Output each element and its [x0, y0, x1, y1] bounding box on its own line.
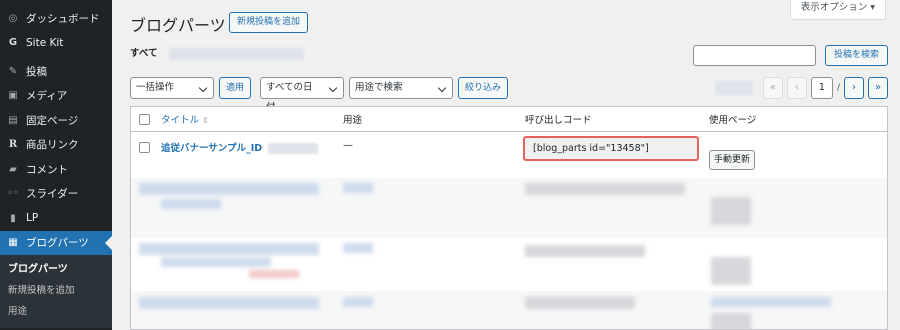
comment-icon: ▰ [9, 163, 17, 175]
blurred-content [343, 183, 373, 193]
blogparts-icon: ▦ [8, 237, 18, 249]
column-title-label: タイトル [161, 115, 200, 126]
usage-filter-select[interactable]: 用途で検索 [349, 77, 454, 99]
blurred-content [139, 297, 319, 309]
page-icon: ▤ [8, 114, 18, 126]
screen-options-button[interactable]: 表示オプション ▾ [789, 0, 886, 20]
sitekit-icon: G [8, 37, 18, 49]
blurred-content [139, 183, 319, 195]
prev-page-button[interactable]: ‹ [786, 77, 807, 99]
lp-icon: ▮ [10, 212, 16, 224]
sidebar-item-label: 商品リンク [26, 139, 79, 152]
sidebar-item-dashboard[interactable]: ◎ ダッシュボード [0, 6, 112, 31]
bulk-action-select[interactable]: 一括操作 [130, 77, 214, 99]
row-usage: — [343, 140, 353, 151]
sidebar-item-comments[interactable]: ▰ コメント [0, 157, 112, 182]
bulk-action-value: 一括操作 [136, 82, 175, 93]
blurred-content [711, 257, 751, 285]
sidebar-item-label: 投稿 [26, 65, 47, 78]
column-usage: 用途 [343, 115, 363, 126]
submenu-item-usage[interactable]: 用途 [0, 301, 112, 322]
sidebar-item-label: スライダー [26, 188, 79, 201]
sort-icon: ⇕ [202, 116, 209, 125]
media-icon: ▣ [8, 90, 18, 102]
add-new-button[interactable]: 新規投稿を追加 [229, 12, 309, 33]
sidebar-item-label: コメント [26, 163, 68, 176]
sidebar-item-blogparts[interactable]: ▦ ブログパーツ [0, 230, 112, 255]
sidebar-item-sitekit[interactable]: G Site Kit [0, 31, 112, 56]
sidebar-item-pages[interactable]: ▤ 固定ページ [0, 108, 112, 133]
blurred-content [161, 257, 271, 267]
sidebar-item-label: ダッシュボード [26, 12, 100, 25]
blurred-content [525, 245, 645, 257]
sidebar-item-slider[interactable]: ◦◦ スライダー [0, 182, 112, 207]
date-filter-select[interactable]: すべての日付 [260, 77, 345, 113]
current-page-input[interactable]: 1 [810, 77, 833, 99]
blurred-content [711, 313, 751, 329]
sidebar-item-label: メディア [26, 90, 68, 103]
filter-all-link[interactable]: すべて [130, 48, 157, 59]
row-title-link[interactable]: 追従バナーサンプル_ID [161, 140, 319, 154]
table-header: タイトル ⇕ 用途 呼び出しコード 使用ページ [131, 107, 887, 132]
column-shortcode: 呼び出しコード [525, 115, 592, 126]
row-title-text: 追従バナーサンプル_ID [161, 143, 263, 154]
rinker-icon: R [8, 139, 18, 151]
sidebar-item-label: LP [26, 212, 39, 225]
blurred-content [525, 183, 685, 195]
redacted-title-suffix [268, 143, 319, 154]
pagination: « ‹ 1 / › » [714, 77, 888, 99]
last-page-button[interactable]: » [868, 77, 888, 99]
dashboard-icon: ◎ [8, 12, 18, 24]
blurred-content [249, 270, 299, 278]
next-page-button[interactable]: › [844, 77, 864, 99]
row-checkbox[interactable] [139, 142, 150, 153]
sidebar-item-label: ブログパーツ [26, 237, 89, 250]
filter-button[interactable]: 絞り込み [458, 77, 509, 99]
slider-icon: ◦◦ [7, 188, 19, 200]
blurred-content [343, 297, 373, 307]
sidebar-item-label: 固定ページ [26, 114, 79, 127]
admin-sidebar: ◎ ダッシュボード G Site Kit ✎ 投稿 ▣ メディア ▤ 固定ページ R 商品リ… [0, 0, 112, 330]
redacted-item-count [714, 81, 753, 95]
column-used-pages: 使用ページ [709, 115, 757, 126]
posts-table: タイトル ⇕ 用途 呼び出しコード 使用ページ 追従バナーサンプル_ID — [b… [130, 106, 888, 330]
main-content: 表示オプション ▾ ブログパーツ 新規投稿を追加 すべて 投稿を検索 一括操作 … [112, 0, 900, 330]
sidebar-item-lp[interactable]: ▮ LP [0, 206, 112, 231]
blurred-content [711, 297, 831, 307]
blurred-content [161, 199, 221, 209]
table-row: 追従バナーサンプル_ID — [blog_parts id="13458"] 手… [131, 132, 887, 178]
sidebar-submenu: ブログパーツ 新規投稿を追加 用途 [0, 255, 112, 328]
usage-filter-value: 用途で検索 [355, 82, 403, 93]
blurred-content [139, 243, 319, 255]
blurred-content [525, 297, 635, 309]
pin-icon: ✎ [8, 65, 18, 77]
sidebar-item-product-links[interactable]: R 商品リンク [0, 133, 112, 158]
apply-button[interactable]: 適用 [219, 77, 252, 99]
tablenav-top: 一括操作 適用 すべての日付 用途で検索 絞り込み [130, 77, 509, 113]
submenu-item-blogparts[interactable]: ブログパーツ [0, 259, 112, 280]
sidebar-item-label: Site Kit [26, 36, 64, 49]
blurred-content [711, 197, 751, 225]
column-title[interactable]: タイトル ⇕ [161, 112, 209, 126]
shortcode-field[interactable]: [blog_parts id="13458"] [523, 136, 699, 161]
page-title: ブログパーツ [130, 16, 226, 35]
status-filter: すべて [130, 45, 304, 60]
submenu-item-add-new[interactable]: 新規投稿を追加 [0, 280, 112, 301]
search-button[interactable]: 投稿を検索 [825, 45, 889, 66]
sidebar-item-posts[interactable]: ✎ 投稿 [0, 59, 112, 84]
manual-update-button[interactable]: 手動更新 [709, 150, 756, 170]
first-page-button[interactable]: « [762, 77, 783, 99]
blurred-content [343, 243, 373, 253]
select-all-checkbox[interactable] [139, 113, 150, 125]
page-separator: / [836, 83, 840, 93]
search-input[interactable] [693, 45, 816, 66]
redacted-count [168, 47, 304, 60]
sidebar-item-media[interactable]: ▣ メディア [0, 84, 112, 109]
